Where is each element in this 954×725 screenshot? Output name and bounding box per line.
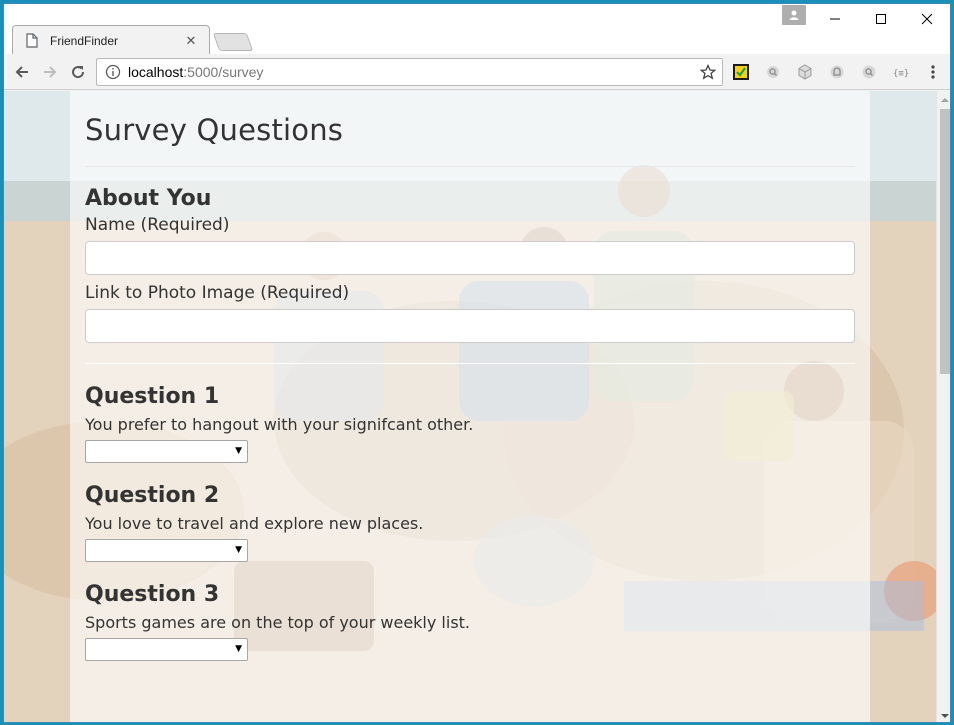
url-host: localhost bbox=[128, 64, 184, 80]
question-2-select[interactable]: ▼ bbox=[85, 539, 248, 562]
question-2-heading: Question 2 bbox=[85, 483, 220, 508]
dropdown-caret-icon: ▼ bbox=[235, 545, 242, 555]
extension-shield-icon[interactable] bbox=[828, 63, 846, 81]
extension-zoom-icon[interactable] bbox=[860, 63, 878, 81]
reload-icon[interactable] bbox=[68, 62, 88, 82]
question-3-heading: Question 3 bbox=[85, 582, 220, 607]
photo-label: Link to Photo Image (Required) bbox=[85, 283, 350, 303]
question-3-select[interactable]: ▼ bbox=[85, 638, 248, 661]
info-icon[interactable] bbox=[105, 64, 121, 80]
profile-icon[interactable] bbox=[782, 5, 806, 25]
title-divider bbox=[85, 166, 855, 167]
tab-title: FriendFinder bbox=[50, 34, 119, 48]
page-title: Survey Questions bbox=[85, 113, 344, 147]
close-window-icon[interactable] bbox=[904, 4, 950, 34]
forward-arrow-icon[interactable] bbox=[40, 62, 60, 82]
dropdown-caret-icon: ▼ bbox=[235, 446, 242, 456]
page-scrollbar[interactable] bbox=[936, 91, 950, 722]
tab-close-icon[interactable]: ✕ bbox=[184, 34, 198, 49]
name-label: Name (Required) bbox=[85, 215, 230, 235]
extension-cube-icon[interactable] bbox=[796, 63, 814, 81]
page-icon bbox=[26, 33, 40, 49]
url-path: :5000/survey bbox=[183, 64, 264, 80]
svg-text:{≡}: {≡} bbox=[893, 69, 909, 79]
tab-strip: FriendFinder ✕ bbox=[4, 4, 950, 55]
address-bar[interactable]: localhost:5000/survey bbox=[96, 58, 723, 86]
survey-panel: Survey Questions About You Name (Require… bbox=[70, 91, 870, 722]
extension-json-icon[interactable]: {≡} bbox=[892, 63, 910, 81]
question-2-text: You love to travel and explore new place… bbox=[85, 514, 424, 533]
scroll-down-arrow-icon[interactable] bbox=[941, 712, 949, 720]
minimize-icon[interactable] bbox=[812, 4, 858, 34]
question-block-1: Question 1 You prefer to hangout with yo… bbox=[85, 384, 855, 463]
question-1-select[interactable]: ▼ bbox=[85, 440, 248, 463]
dropdown-caret-icon: ▼ bbox=[235, 644, 242, 654]
window-controls bbox=[812, 4, 950, 34]
extension-search-icon[interactable] bbox=[764, 63, 782, 81]
name-input[interactable] bbox=[85, 241, 855, 275]
about-you-heading: About You bbox=[85, 186, 212, 211]
photo-link-input[interactable] bbox=[85, 309, 855, 343]
section-divider bbox=[85, 363, 855, 364]
back-arrow-icon[interactable] bbox=[12, 62, 32, 82]
bookmark-star-icon[interactable] bbox=[699, 63, 717, 84]
new-tab-button[interactable] bbox=[212, 33, 254, 51]
question-1-text: You prefer to hangout with your signifca… bbox=[85, 415, 474, 434]
scrollbar-thumb[interactable] bbox=[940, 109, 950, 374]
question-1-heading: Question 1 bbox=[85, 384, 220, 409]
question-block-2: Question 2 You love to travel and explor… bbox=[85, 483, 855, 562]
scroll-up-arrow-icon[interactable] bbox=[941, 96, 949, 104]
maximize-icon[interactable] bbox=[858, 4, 904, 34]
extension-check-icon[interactable] bbox=[732, 63, 750, 81]
browser-toolbar: localhost:5000/survey {≡} bbox=[4, 54, 950, 90]
question-block-3: Question 3 Sports games are on the top o… bbox=[85, 582, 855, 661]
tab-content[interactable]: FriendFinder ✕ bbox=[18, 28, 198, 54]
survey-form: Survey Questions About You Name (Require… bbox=[85, 113, 855, 661]
question-3-text: Sports games are on the top of your week… bbox=[85, 613, 471, 632]
browser-window: FriendFinder ✕ localhost:5000/survey {≡… bbox=[3, 3, 951, 723]
menu-kebab-icon[interactable] bbox=[924, 63, 942, 81]
page-viewport: Survey Questions About You Name (Require… bbox=[4, 91, 936, 722]
